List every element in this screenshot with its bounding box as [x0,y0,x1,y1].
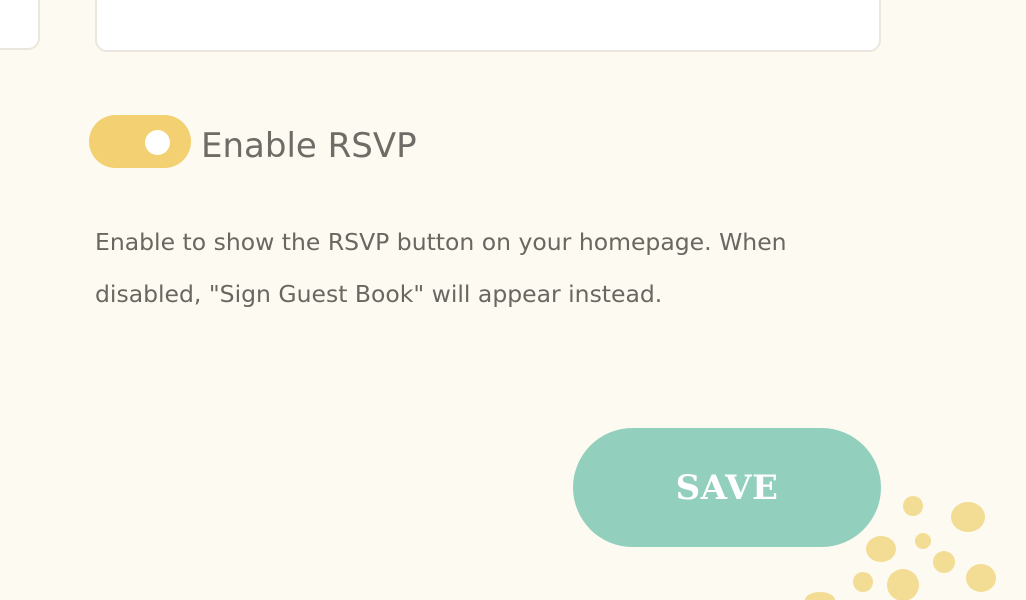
save-button[interactable]: SAVE [573,428,881,547]
text-field-card[interactable] [95,0,881,52]
rsvp-toggle-label: Enable RSVP [201,126,417,166]
rsvp-help-text: Enable to show the RSVP button on your h… [95,228,787,308]
previous-field-card [0,0,40,50]
rsvp-toggle[interactable] [89,115,191,168]
toggle-knob [145,130,170,155]
